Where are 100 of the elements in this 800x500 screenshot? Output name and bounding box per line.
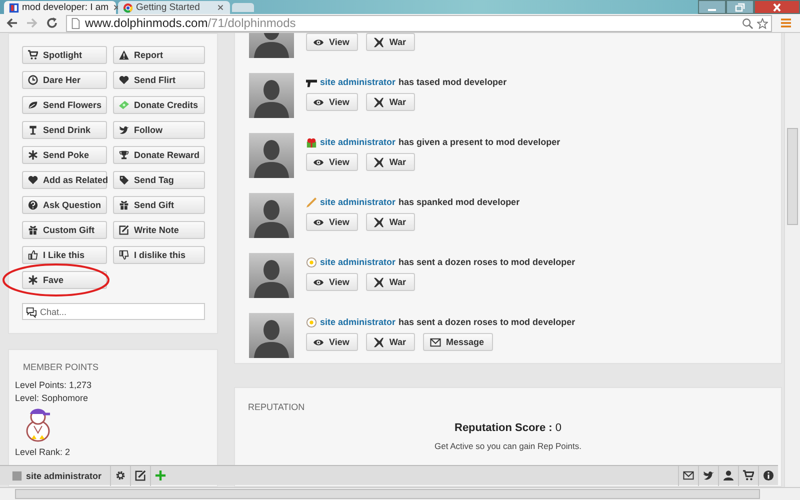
hint-text: Get Active so you can gain Rep Points. <box>434 441 582 451</box>
envelope-icon[interactable] <box>683 470 694 481</box>
action-button[interactable]: Send Gift <box>113 196 205 214</box>
user-link[interactable]: site administrator <box>320 317 396 327</box>
user-link[interactable]: site administrator <box>320 137 396 147</box>
message-button[interactable]: Message <box>423 333 494 351</box>
warning-icon <box>119 50 129 60</box>
close-icon[interactable] <box>216 3 225 12</box>
view-button[interactable]: View <box>306 93 358 111</box>
reputation-score: Reputation Score : 0 <box>454 422 562 434</box>
view-button[interactable]: View <box>306 213 358 231</box>
action-button[interactable]: Send Tag <box>113 171 205 189</box>
back-arrow-icon[interactable] <box>6 17 18 29</box>
bird-icon <box>119 125 129 135</box>
view-button[interactable]: View <box>306 33 358 51</box>
action-button[interactable]: Dare Her <box>22 71 107 89</box>
action-button[interactable]: Write Note <box>113 221 205 239</box>
question-icon <box>28 200 38 210</box>
view-button[interactable]: View <box>306 153 358 171</box>
action-button[interactable]: Add as Related <box>22 171 107 189</box>
action-button[interactable]: Send Drink <box>22 121 107 139</box>
chat-field[interactable]: Chat... <box>22 303 205 320</box>
avatar-silhouette <box>249 313 294 358</box>
avatar-silhouette <box>249 253 294 298</box>
minimize-button[interactable] <box>698 0 726 14</box>
square-icon <box>12 470 22 480</box>
user-link[interactable]: site administrator <box>320 77 396 87</box>
war-button[interactable]: War <box>366 33 416 51</box>
heart-icon <box>28 175 38 185</box>
user-name[interactable]: site administrator <box>26 470 102 480</box>
gift-icon <box>28 225 38 235</box>
reload-icon[interactable] <box>46 17 58 29</box>
magnifier-icon[interactable] <box>742 18 753 28</box>
war-button[interactable]: War <box>366 153 416 171</box>
tag-icon <box>119 175 129 185</box>
activity-text: has sent a dozen roses to mod developer <box>398 257 576 267</box>
war-button[interactable]: War <box>366 273 416 291</box>
bird-icon[interactable] <box>703 470 714 481</box>
banknote-icon <box>119 100 129 110</box>
action-button[interactable]: I dislike this <box>113 246 205 264</box>
action-button[interactable]: Donate Reward <box>113 146 205 164</box>
glass-icon <box>28 125 38 135</box>
envelope-icon <box>430 336 442 348</box>
airplane-icon <box>373 156 384 168</box>
action-button[interactable]: Send Flirt <box>113 71 205 89</box>
user-link[interactable]: site administrator <box>320 257 396 267</box>
action-button[interactable]: Custom Gift <box>22 221 107 239</box>
page-icon <box>70 18 81 28</box>
view-button[interactable]: View <box>306 273 358 291</box>
star-icon[interactable] <box>757 18 768 28</box>
activity-text: has sent a dozen roses to mod developer <box>398 317 576 327</box>
browser-tab[interactable]: mod developer: I am <box>4 1 116 14</box>
airplane-icon <box>373 96 384 108</box>
action-button[interactable]: Send Poke <box>22 146 107 164</box>
user-link[interactable]: site administrator <box>320 197 396 207</box>
edit-icon <box>119 225 129 235</box>
close-icon[interactable] <box>112 3 121 12</box>
vertical-scrollbar[interactable] <box>784 33 800 487</box>
action-button[interactable]: Report <box>113 46 205 64</box>
view-button[interactable]: View <box>306 333 358 351</box>
horizontal-scrollbar[interactable] <box>0 487 800 500</box>
flower-icon <box>306 316 317 328</box>
gift-icon <box>119 200 129 210</box>
war-button[interactable]: War <box>366 93 416 111</box>
action-button[interactable]: Donate Credits <box>113 96 205 114</box>
war-button[interactable]: War <box>366 333 416 351</box>
browser-tab[interactable]: Getting Started <box>118 1 230 14</box>
present-icon <box>306 136 317 148</box>
avatar-silhouette <box>249 193 294 238</box>
info-icon[interactable] <box>763 470 774 481</box>
gear-icon[interactable] <box>114 470 126 481</box>
menu-icon[interactable] <box>780 17 792 29</box>
action-button[interactable]: Fave <box>22 271 107 289</box>
activity-text: has spanked mod developer <box>398 197 520 207</box>
edit-icon[interactable] <box>134 470 146 481</box>
airplane-icon <box>373 36 384 48</box>
airplane-icon <box>373 216 384 228</box>
restore-button[interactable] <box>726 0 754 14</box>
action-button[interactable]: Ask Question <box>22 196 107 214</box>
trophy-icon <box>119 150 129 160</box>
heart-icon <box>119 75 129 85</box>
action-button[interactable]: Spotlight <box>22 46 107 64</box>
url-text: www.dolphinmods.com/71/dolphinmods <box>85 16 296 30</box>
avatar-silhouette <box>249 133 294 178</box>
scroll-thumb[interactable] <box>787 128 798 225</box>
action-button[interactable]: I Like this <box>22 246 107 264</box>
address-bar[interactable]: www.dolphinmods.com/71/dolphinmods <box>66 14 772 32</box>
war-button[interactable]: War <box>366 213 416 231</box>
scroll-thumb[interactable] <box>15 489 760 499</box>
thumbs-up-icon <box>28 250 38 260</box>
points-text: Level: Sophomore <box>15 393 90 403</box>
action-button[interactable]: Send Flowers <box>22 96 107 114</box>
points-text: Level Points: 1,273 <box>15 380 93 390</box>
activity-text: has given a present to mod developer <box>398 137 560 147</box>
action-button[interactable]: Follow <box>113 121 205 139</box>
cart-icon[interactable] <box>743 470 754 481</box>
person-icon[interactable] <box>723 470 734 481</box>
close-window-button[interactable] <box>754 0 800 14</box>
asterisk-icon <box>28 150 38 160</box>
airplane-icon <box>373 276 384 288</box>
